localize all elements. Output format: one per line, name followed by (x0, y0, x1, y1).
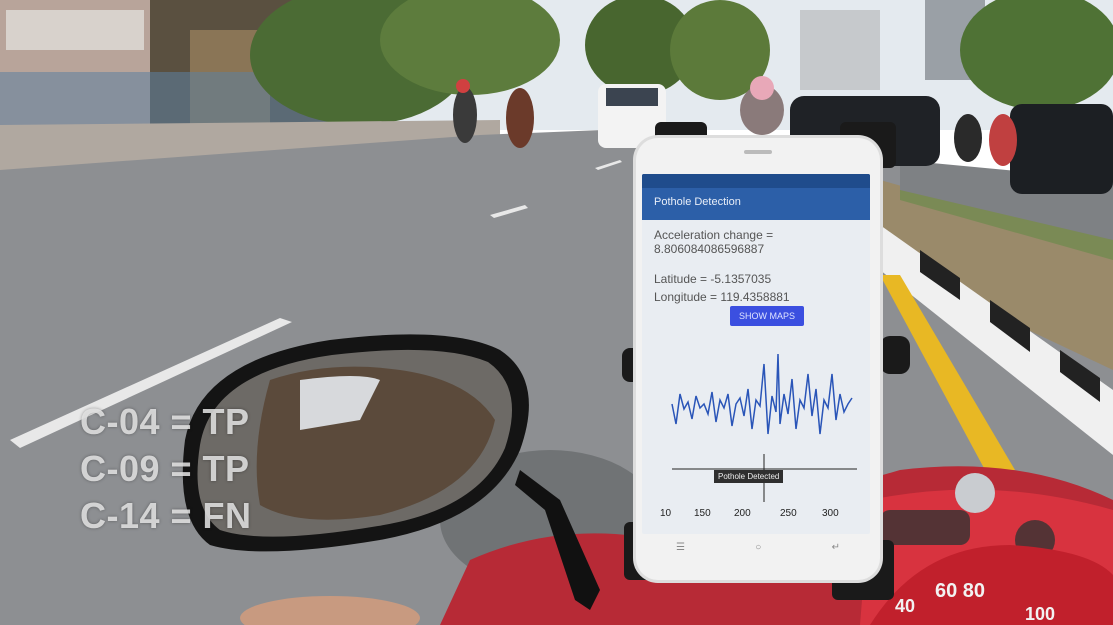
rider-2 (506, 88, 534, 148)
longitude-label: Longitude (654, 290, 707, 304)
svg-text:60 80: 60 80 (935, 580, 985, 602)
back-icon[interactable]: ↵ (832, 542, 840, 556)
smartphone: Pothole Detection Acceleration change = … (636, 138, 880, 580)
x-tick-200: 200 (734, 508, 751, 519)
status-bar (642, 174, 870, 188)
phone-speaker (744, 150, 772, 154)
menu-icon[interactable]: ☰ (676, 542, 685, 556)
svg-text:100: 100 (1025, 604, 1055, 624)
rider-1 (453, 87, 477, 143)
acceleration-value: 8.806084086596887 (654, 242, 765, 256)
signal-trace (671, 353, 853, 435)
x-tick-300: 300 (822, 508, 839, 519)
app-bar: Pothole Detection (642, 174, 870, 220)
classification-labels: C-04 = TP C-09 = TP C-14 = FN (80, 398, 252, 539)
x-tick-150: 150 (694, 508, 711, 519)
phone-screen: Pothole Detection Acceleration change = … (642, 174, 870, 534)
label-c14: C-14 = FN (80, 495, 252, 536)
x-tick-250: 250 (780, 508, 797, 519)
label-c04: C-04 = TP (80, 401, 250, 442)
acceleration-label: Acceleration change = (654, 228, 774, 242)
holder-arm-right (880, 336, 910, 374)
x-tick-left: 10 (660, 508, 672, 519)
latitude-value: -5.1357035 (710, 272, 772, 286)
show-maps-button[interactable]: SHOW MAPS (730, 306, 804, 326)
svg-text:40: 40 (895, 596, 915, 616)
pothole-detected-tooltip: Pothole Detected (714, 470, 784, 483)
latitude-label: Latitude (654, 272, 697, 286)
ignition-button (955, 473, 995, 513)
dark-car-right (1010, 104, 1113, 194)
longitude-value: 119.4358881 (720, 290, 790, 304)
longitude-row: Longitude = 119.4358881 (654, 290, 790, 304)
label-c09: C-09 = TP (80, 448, 250, 489)
latitude-row: Latitude = -5.1357035 (654, 272, 772, 286)
phone-nav-bar: ☰ ○ ↵ (676, 542, 840, 556)
app-title: Pothole Detection (654, 196, 741, 208)
street-scene: 60 80 40 100 C-04 = TP C-09 = TP C-14 = … (0, 0, 1113, 625)
home-icon[interactable]: ○ (755, 542, 761, 556)
